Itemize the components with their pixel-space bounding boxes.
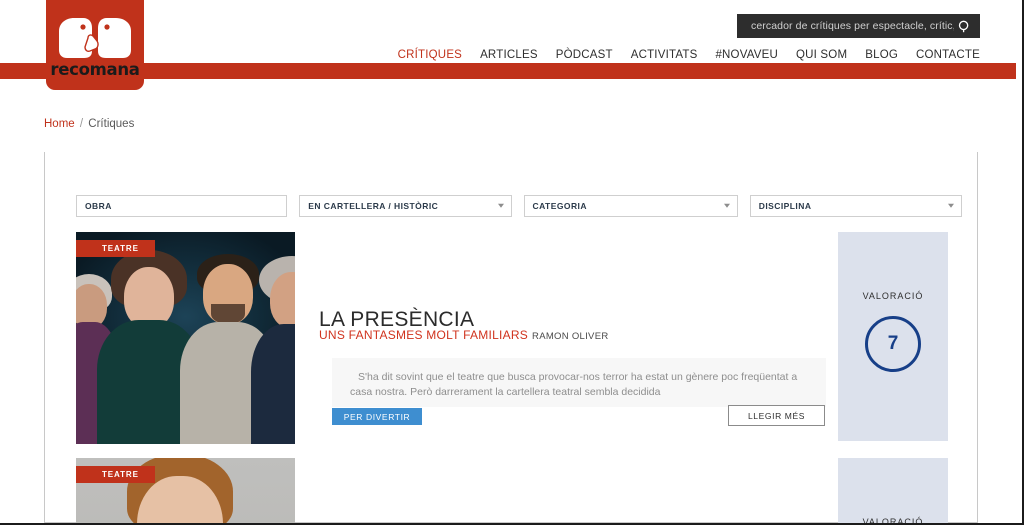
filter-disciplina[interactable]: DISCIPLINA (749, 195, 962, 217)
chevron-down-icon (497, 203, 504, 208)
review-thumbnail[interactable]: TEATRE (76, 458, 295, 523)
page-content: recomana CRÍTIQUES ARTICLES PÒDCAST ACTI… (0, 0, 1016, 523)
review-excerpt: S'ha dit sovint que el teatre que busca … (332, 358, 826, 407)
nav-item-blog[interactable]: BLOG (865, 49, 898, 61)
filter-cartellera-historic[interactable]: EN CARTELLERA / HISTÒRIC (299, 195, 512, 217)
review-excerpt-text: S'ha dit sovint que el teatre que busca … (350, 371, 798, 398)
review-card[interactable]: TEATRE LA PRESÈNCIA UNS FANTASMES MOLT F… (76, 232, 948, 444)
nav-item-qui-som[interactable]: QUI SOM (796, 49, 847, 61)
chevron-down-icon (723, 203, 730, 208)
breadcrumb: Home / Crítiques (44, 118, 134, 130)
logo-wordmark: recomana (50, 60, 140, 79)
photo-figure (251, 254, 295, 444)
read-more-button[interactable]: LLEGIR MÉS (728, 405, 825, 426)
breadcrumb-current: Crítiques (88, 118, 135, 130)
filter-cartellera-label: EN CARTELLERA / HISTÒRIC (308, 201, 439, 211)
nav-item-novaveu[interactable]: #NOVAVEU (715, 49, 778, 61)
header-red-stripe (0, 63, 1016, 79)
status-badge: TEATRE (76, 466, 155, 483)
nav-item-articles[interactable]: ARTICLES (480, 49, 538, 61)
review-details: LA PRESÈNCIA UNS FANTASMES MOLT FAMILIAR… (319, 232, 838, 444)
review-details (319, 458, 838, 523)
site-logo[interactable]: recomana (46, 0, 144, 90)
filter-bar: OBRA EN CARTELLERA / HISTÒRIC CATEGORIA … (76, 195, 962, 217)
chevron-down-icon (947, 203, 954, 208)
filter-obra[interactable]: OBRA (76, 195, 288, 217)
review-card[interactable]: TEATRE VALORACIÓ (76, 458, 948, 523)
breadcrumb-home-link[interactable]: Home (44, 118, 75, 130)
review-author: RAMON OLIVER (532, 331, 609, 342)
breadcrumb-separator: / (79, 118, 84, 130)
nav-item-contacte[interactable]: CONTACTE (916, 49, 980, 61)
status-badge: TEATRE (76, 240, 155, 257)
filter-obra-label: OBRA (85, 201, 112, 211)
nav-item-activitats[interactable]: ACTIVITATS (631, 49, 698, 61)
filter-categoria[interactable]: CATEGORIA (523, 195, 738, 217)
nav-item-critiques[interactable]: CRÍTIQUES (398, 49, 462, 61)
search-input[interactable] (749, 19, 956, 33)
review-subtitle-text: UNS FANTASMES MOLT FAMILIARS (319, 328, 529, 342)
rating-label: VALORACIÓ (862, 291, 924, 301)
rating-panel: VALORACIÓ 7 (838, 232, 948, 441)
browser-page: recomana CRÍTIQUES ARTICLES PÒDCAST ACTI… (0, 0, 1024, 525)
filter-categoria-label: CATEGORIA (532, 201, 587, 211)
main-navigation: CRÍTIQUES ARTICLES PÒDCAST ACTIVITATS #N… (0, 49, 1016, 61)
search-icon[interactable] (956, 18, 972, 34)
rating-value: 7 (887, 333, 899, 354)
rating-panel: VALORACIÓ (838, 458, 948, 523)
nav-item-podcast[interactable]: PÒDCAST (556, 49, 613, 61)
production-photo (76, 232, 295, 444)
search-bar[interactable] (737, 14, 980, 38)
category-tag-button[interactable]: PER DIVERTIR (332, 408, 422, 425)
review-thumbnail[interactable]: TEATRE (76, 232, 295, 444)
review-subtitle: UNS FANTASMES MOLT FAMILIARS RAMON OLIVER (319, 328, 609, 342)
filter-disciplina-label: DISCIPLINA (758, 201, 812, 211)
rating-circle: 7 (865, 316, 921, 372)
rating-label: VALORACIÓ (862, 517, 924, 523)
site-header: recomana CRÍTIQUES ARTICLES PÒDCAST ACTI… (0, 0, 1016, 92)
